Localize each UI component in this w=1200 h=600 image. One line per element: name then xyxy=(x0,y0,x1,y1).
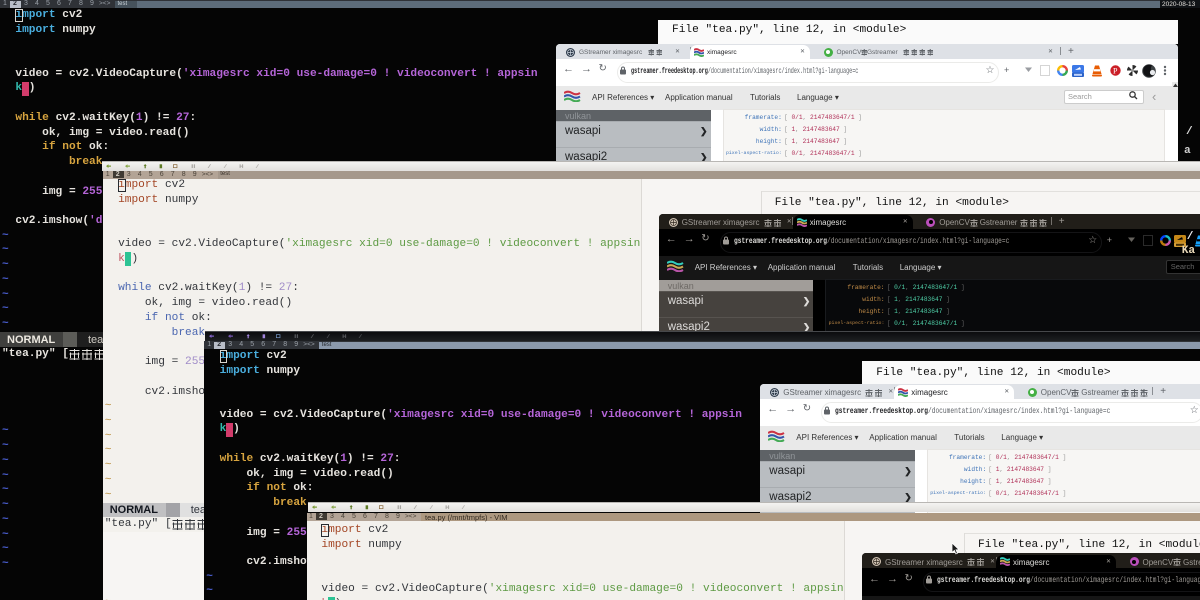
svg-text:P: P xyxy=(1113,66,1118,75)
